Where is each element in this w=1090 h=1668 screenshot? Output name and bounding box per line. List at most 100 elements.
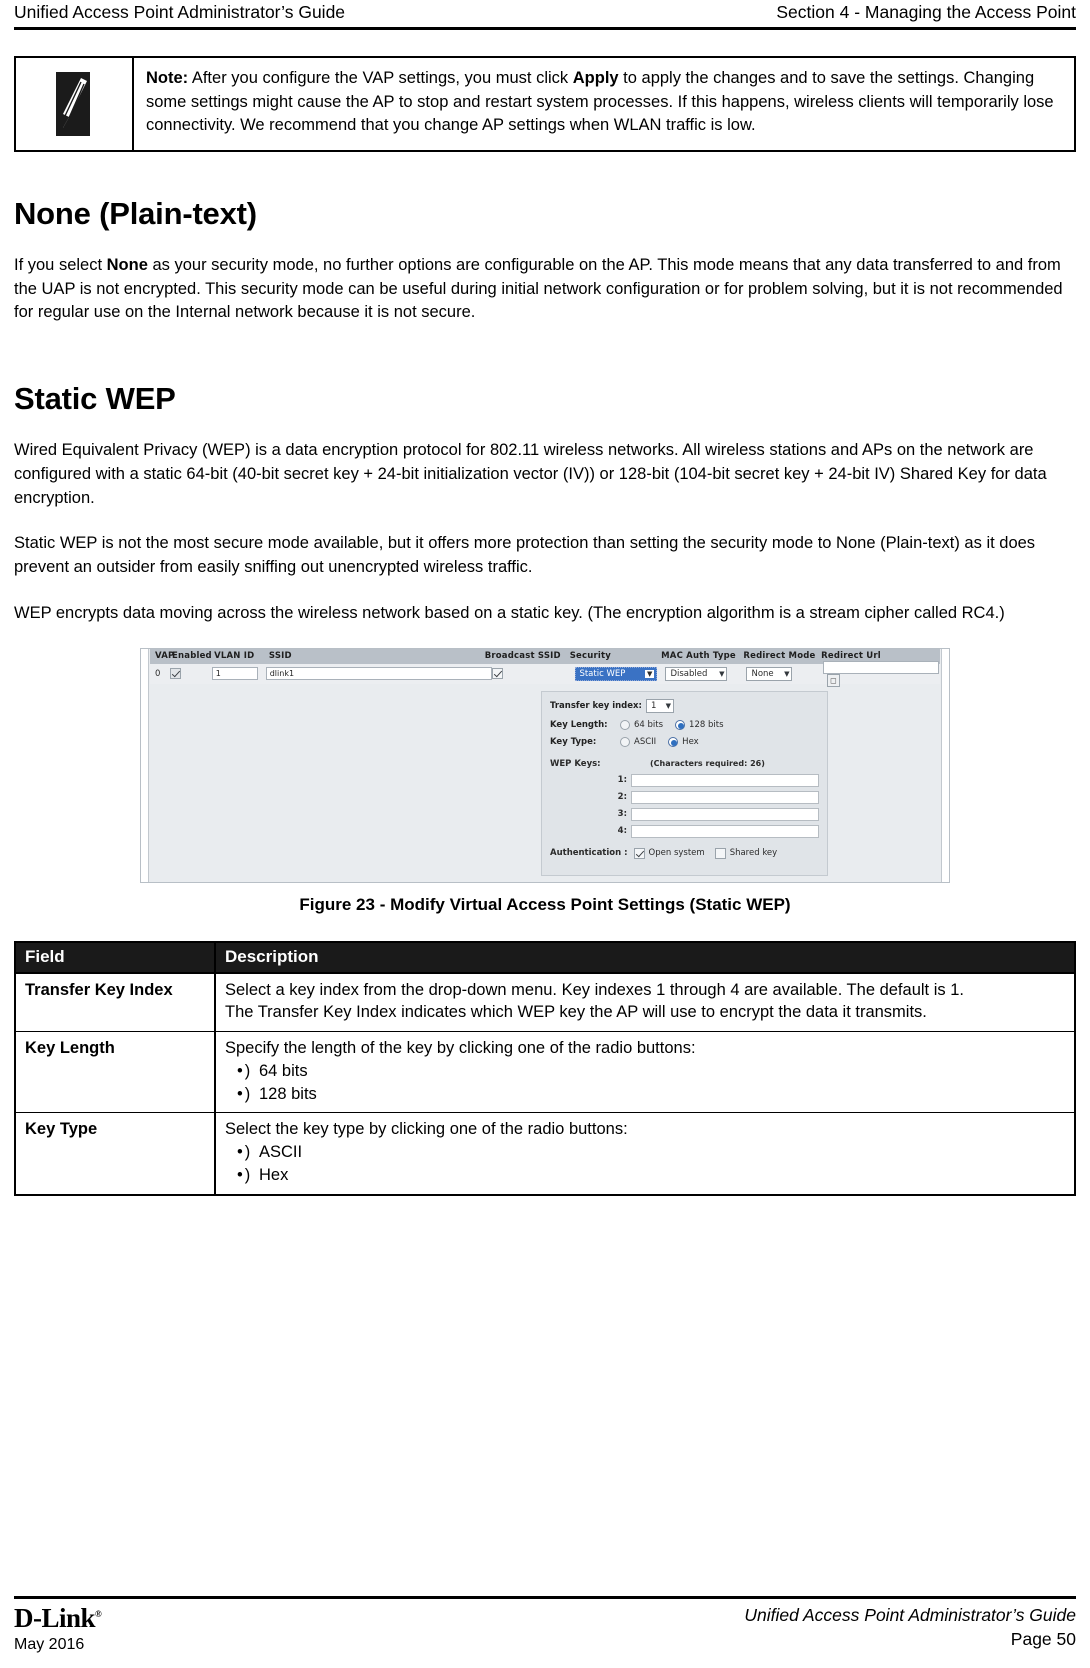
auth-option-shared-key[interactable]: Shared key [714, 847, 778, 859]
note-callout: Note: After you configure the VAP settin… [14, 55, 1076, 152]
vap-settings-screenshot: VAP Enabled VLAN ID SSID Broadcast SSID … [140, 647, 950, 883]
authentication-label: Authentication : [550, 848, 628, 859]
vap-redirect-url-cell: ◻ [822, 660, 940, 687]
heading-static-wep: Static WEP [14, 381, 176, 417]
key-length-bullet-list: 64 bits 128 bits [225, 1060, 1065, 1106]
figure-23: VAP Enabled VLAN ID SSID Broadcast SSID … [14, 647, 1076, 883]
table-row: Key Length Specify the length of the key… [14, 1031, 1076, 1114]
figure-caption: Figure 23 - Modify Virtual Access Point … [299, 894, 791, 914]
none-para-bold: None [106, 255, 148, 274]
list-item: ASCII [237, 1141, 1065, 1164]
vap-index-value: 0 [155, 668, 161, 679]
list-item: 128 bits [237, 1083, 1065, 1106]
key-length-option-64[interactable]: 64 bits [620, 719, 664, 730]
table-header-description: Description [214, 940, 1076, 974]
footer-left: D-Link® May 2016 [14, 1603, 102, 1654]
col-header-redirect-url: Redirect Url [821, 651, 881, 662]
transfer-key-index-value: 1 [651, 700, 657, 711]
wep-key-3-input[interactable] [631, 807, 819, 821]
ssid-input[interactable]: dlink1 [265, 667, 492, 681]
enabled-checkbox[interactable] [170, 668, 182, 680]
wep-key-1-input[interactable] [631, 773, 819, 787]
paragraph-wep-1: Wired Equivalent Privacy (WEP) is a data… [14, 441, 1047, 507]
table-header-field: Field [14, 940, 216, 974]
mac-auth-type-select[interactable]: Disabled ▼ [665, 666, 728, 681]
redirect-url-browse-icon[interactable]: ◻ [826, 673, 840, 687]
key-type-ascii-label: ASCII [634, 736, 657, 747]
wep-key-row-2: 2: [550, 790, 819, 804]
security-mode-select[interactable]: Static WEP ▼ [575, 666, 658, 681]
key-length-label: Key Length: [550, 719, 608, 730]
key-type-label: Key Type: [550, 736, 597, 747]
wep-key-row-1: 1: [550, 773, 819, 787]
radio-hex[interactable] [668, 736, 679, 747]
wep-key-4-input[interactable] [631, 824, 819, 838]
key-length-option-128[interactable]: 128 bits [675, 719, 724, 730]
page-footer: D-Link® May 2016 Unified Access Point Ad… [14, 1596, 1076, 1654]
footer-content: D-Link® May 2016 Unified Access Point Ad… [14, 1599, 1076, 1654]
heading-none-plain-text: None (Plain-text) [14, 195, 257, 231]
broadcast-ssid-checkbox[interactable] [491, 668, 503, 680]
radio-64-bits[interactable] [620, 719, 630, 730]
description-line: Select the key type by clicking one of t… [225, 1120, 628, 1139]
wep-key-2-label: 2: [617, 792, 627, 803]
vap-broadcast-cell [491, 668, 576, 680]
running-head-right: Section 4 - Managing the Access Point [776, 2, 1076, 22]
transfer-key-index-row: Transfer key index: 1 ▼ [550, 698, 819, 713]
footer-guide-title: Unified Access Point Administrator’s Gui… [744, 1605, 1076, 1625]
field-description-transfer-key-index: Select a key index from the drop-down me… [214, 972, 1076, 1033]
open-system-checkbox[interactable] [633, 847, 645, 859]
key-type-row: Key Type: ASCII Hex [550, 736, 819, 747]
note-text-head: After you configure the VAP settings, yo… [188, 68, 573, 87]
description-line: Select a key index from the drop-down me… [225, 980, 964, 999]
key-length-128-label: 128 bits [689, 719, 724, 730]
document-page: Unified Access Point Administrator’s Gui… [0, 0, 1090, 1668]
footer-date: May 2016 [14, 1636, 85, 1653]
vap-macauth-cell: Disabled ▼ [665, 666, 746, 681]
note-label: Note: [146, 68, 189, 87]
wep-key-row-3: 3: [550, 807, 819, 821]
col-header-enabled: Enabled [172, 651, 212, 662]
description-line: Specify the length of the key by clickin… [225, 1039, 696, 1058]
auth-option-open-system[interactable]: Open system [633, 847, 705, 859]
security-mode-value: Static WEP [579, 668, 626, 679]
vap-redirect-mode-cell: None ▼ [746, 666, 823, 681]
key-type-bullet-list: ASCII Hex [225, 1141, 1065, 1187]
radio-ascii[interactable] [620, 736, 630, 747]
wep-key-row-4: 4: [550, 824, 819, 838]
redirect-mode-select[interactable]: None ▼ [746, 666, 793, 681]
key-type-option-ascii[interactable]: ASCII [620, 736, 657, 747]
running-head: Unified Access Point Administrator’s Gui… [14, 0, 1076, 24]
key-type-option-hex[interactable]: Hex [668, 736, 699, 747]
vlan-id-input[interactable]: 1 [211, 667, 258, 681]
redirect-url-input[interactable] [822, 660, 939, 674]
key-length-64-label: 64 bits [634, 719, 664, 730]
shared-key-checkbox[interactable] [714, 847, 726, 859]
brand-name: D-Link [14, 1603, 96, 1633]
wep-keys-label: WEP Keys: [550, 758, 601, 769]
radio-128-bits[interactable] [675, 719, 686, 730]
mac-auth-type-value: Disabled [670, 668, 708, 679]
col-header-vap: VAP [155, 651, 175, 662]
shared-key-label: Shared key [729, 848, 778, 859]
description-line: The Transfer Key Index indicates which W… [225, 1003, 927, 1022]
redirect-mode-value: None [751, 668, 774, 679]
open-system-label: Open system [648, 848, 705, 859]
chevron-down-icon: ▼ [719, 669, 725, 678]
col-header-broadcast-ssid: Broadcast SSID [484, 651, 561, 662]
note-apply-term: Apply [572, 68, 619, 87]
footer-right: Unified Access Point Administrator’s Gui… [744, 1605, 1076, 1650]
col-header-mac-auth-type: MAC Auth Type [661, 651, 736, 662]
field-name-key-type: Key Type [14, 1112, 216, 1196]
field-name-transfer-key-index: Transfer Key Index [14, 972, 216, 1033]
key-type-hex-label: Hex [682, 736, 699, 747]
list-item: Hex [237, 1164, 1065, 1187]
none-para-post: as your security mode, no further option… [14, 255, 1063, 322]
table-row: Key Type Select the key type by clicking… [14, 1112, 1076, 1196]
col-header-security: Security [569, 651, 612, 662]
transfer-key-index-label: Transfer key index: [550, 700, 642, 711]
dlink-logo: D-Link® [14, 1603, 102, 1633]
wep-key-2-input[interactable] [631, 790, 819, 804]
field-description-key-length: Specify the length of the key by clickin… [214, 1031, 1076, 1114]
transfer-key-index-select[interactable]: 1 ▼ [646, 698, 674, 713]
